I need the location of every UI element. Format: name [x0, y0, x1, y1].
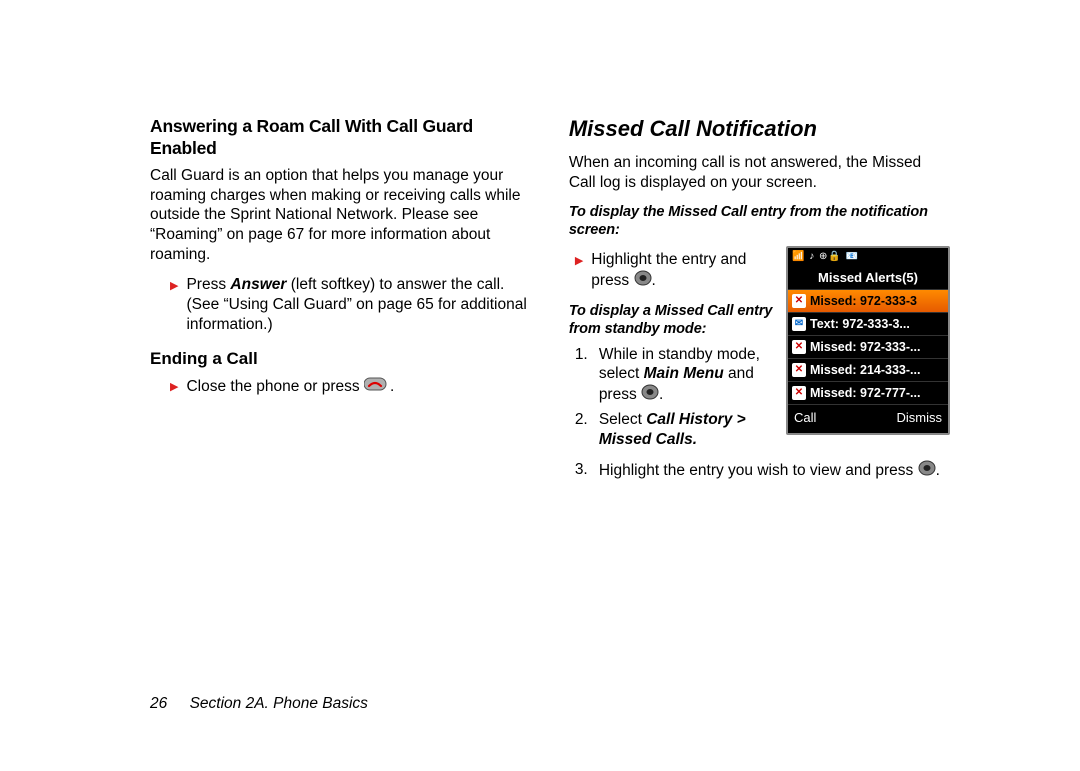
missed-call-icon: ✕ — [792, 340, 806, 354]
page: Answering a Roam Call With Call Guard En… — [0, 0, 1080, 486]
step-num: 1. — [575, 345, 591, 365]
row-label: Missed: 972-777-... — [810, 385, 920, 401]
phone-row-selected: ✕ Missed: 972-333-3 — [788, 290, 948, 313]
row-label: Missed: 214-333-... — [810, 362, 920, 378]
t: . — [693, 431, 697, 448]
row-label: Missed: 972-333-3 — [810, 293, 917, 309]
t-bold: Answer — [230, 276, 286, 293]
phone-status-bar: 📶 ♪ ⊕🔒 📧 — [788, 248, 948, 267]
bullet-text: Close the phone or press . — [186, 376, 394, 398]
heading-missed-call: Missed Call Notification — [569, 115, 950, 143]
step-text: Select Call History > Missed Calls. — [599, 410, 776, 450]
ok-key-icon — [918, 460, 936, 482]
phone-row: ✕ Missed: 972-333-... — [788, 336, 948, 359]
ok-key-icon — [634, 270, 652, 292]
bullet-icon: ▶ — [170, 380, 178, 394]
t: Highlight the entry you wish to view and… — [599, 462, 918, 479]
softkey-left: Call — [794, 410, 816, 427]
page-number: 26 — [150, 695, 167, 712]
lead-from-notification: To display the Missed Call entry from th… — [569, 203, 950, 240]
status-icons: 📶 ♪ ⊕🔒 📧 — [792, 251, 859, 264]
step-num: 2. — [575, 410, 591, 430]
step-1: 1. While in standby mode, select Main Me… — [575, 345, 776, 406]
bullet-text: Press Answer (left softkey) to answer th… — [186, 275, 538, 334]
softkey-right: Dismiss — [897, 410, 943, 427]
right-text-block: ▶ Highlight the entry and press . To dis… — [569, 246, 776, 454]
right-column: Missed Call Notification When an incomin… — [569, 115, 950, 486]
bullet-icon: ▶ — [170, 279, 178, 293]
phone-alert-title: Missed Alerts(5) — [788, 267, 948, 291]
t: . — [390, 378, 394, 395]
heading-ending-call: Ending a Call — [150, 348, 539, 370]
lead-from-standby: To display a Missed Call entry from stan… — [569, 302, 776, 339]
text-msg-icon: ✉ — [792, 317, 806, 331]
t: . — [652, 272, 656, 289]
missed-call-icon: ✕ — [792, 363, 806, 377]
para-missed-intro: When an incoming call is not answered, t… — [569, 153, 950, 193]
section-label: Section 2A. Phone Basics — [190, 695, 368, 712]
heading-roam-call: Answering a Roam Call With Call Guard En… — [150, 115, 539, 160]
t-em: Main Menu — [644, 365, 724, 382]
t: Highlight the entry and press — [591, 251, 746, 289]
end-call-key-icon — [364, 376, 390, 398]
row-label: Text: 972-333-3... — [810, 316, 910, 332]
phone-row: ✉ Text: 972-333-3... — [788, 313, 948, 336]
bullet-close-phone: ▶ Close the phone or press . — [170, 376, 539, 398]
bullet-text: Highlight the entry and press . — [591, 250, 776, 292]
step-text: Highlight the entry you wish to view and… — [599, 460, 940, 482]
t: . — [936, 462, 940, 479]
missed-call-icon: ✕ — [792, 294, 806, 308]
right-wrap: ▶ Highlight the entry and press . To dis… — [569, 246, 950, 454]
step-num: 3. — [575, 460, 591, 480]
row-label: Missed: 972-333-... — [810, 339, 920, 355]
t: Press — [186, 276, 230, 293]
missed-call-icon: ✕ — [792, 386, 806, 400]
t: Close the phone or press — [186, 378, 364, 395]
phone-screen: 📶 ♪ ⊕🔒 📧 Missed Alerts(5) ✕ Missed: 972-… — [786, 246, 950, 435]
phone-row: ✕ Missed: 214-333-... — [788, 359, 948, 382]
step-text: While in standby mode, select Main Menu … — [599, 345, 776, 406]
bullet-highlight-entry: ▶ Highlight the entry and press . — [575, 250, 776, 292]
left-column: Answering a Roam Call With Call Guard En… — [150, 115, 539, 486]
step-3: 3. Highlight the entry you wish to view … — [575, 460, 950, 482]
t: Select — [599, 411, 646, 428]
para-call-guard: Call Guard is an option that helps you m… — [150, 166, 539, 265]
ok-key-icon — [641, 384, 659, 406]
page-footer: 26 Section 2A. Phone Basics — [150, 695, 368, 713]
phone-softkeys: Call Dismiss — [788, 405, 948, 433]
t: . — [659, 386, 663, 403]
phone-row: ✕ Missed: 972-777-... — [788, 382, 948, 405]
step-2: 2. Select Call History > Missed Calls. — [575, 410, 776, 450]
bullet-press-answer: ▶ Press Answer (left softkey) to answer … — [170, 275, 539, 334]
bullet-icon: ▶ — [575, 254, 583, 268]
